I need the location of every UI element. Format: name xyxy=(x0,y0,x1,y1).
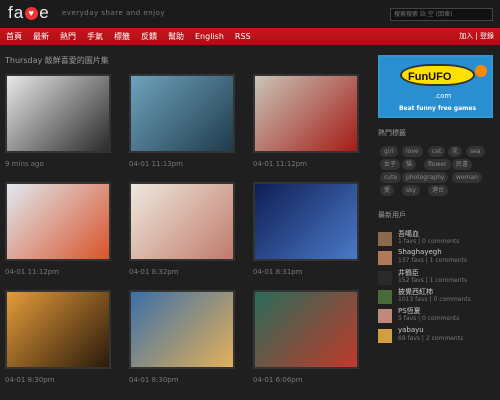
photo-timestamp: 04-01 8:30pm xyxy=(5,376,55,384)
avatar[interactable] xyxy=(378,289,392,304)
user-stats: 69 favs | 2 comments xyxy=(398,334,464,342)
avatar[interactable] xyxy=(378,309,392,324)
main-nav: 首頁 最新 熱門 手氣 標籤 反饋 幫助 English RSS xyxy=(6,28,262,45)
user-name[interactable]: yabayu xyxy=(398,326,424,334)
section-title: Thursday 飯鮮喜愛的圖片集 xyxy=(5,56,109,65)
photo-thumbnail[interactable] xyxy=(129,290,235,369)
photo-thumbnail[interactable] xyxy=(5,182,111,261)
user-stats: 137 favs | 1 comments xyxy=(398,257,468,265)
photo-timestamp: 04-01 8:31pm xyxy=(253,268,303,276)
ad-brand: FunUFO xyxy=(408,71,452,83)
nav-item-tags[interactable]: 標籤 xyxy=(114,28,130,45)
user-name[interactable]: Shaghayegh xyxy=(398,248,442,256)
photo-thumbnail[interactable] xyxy=(129,182,235,261)
avatar[interactable] xyxy=(378,328,392,343)
tag-link[interactable]: cat xyxy=(428,146,446,157)
photo-timestamp: 04-01 11:12pm xyxy=(253,160,308,168)
tag-link[interactable]: flower xyxy=(424,159,451,170)
photo-thumbnail[interactable] xyxy=(5,290,111,369)
photo-thumbnail[interactable] xyxy=(253,182,359,261)
tag-link[interactable]: 女子 xyxy=(380,159,401,170)
nav-item-home[interactable]: 首頁 xyxy=(6,28,22,45)
user-stats: 1013 favs | 0 comments xyxy=(398,295,471,303)
logo[interactable]: fa ♥ e xyxy=(8,3,50,23)
top-header: fa ♥ e everyday share and enjoy xyxy=(0,0,500,28)
nav-item-lucky[interactable]: 手氣 xyxy=(87,28,103,45)
avatar[interactable] xyxy=(378,270,392,285)
ad-slogan: Beat funny free games xyxy=(398,105,477,112)
photo-timestamp: 04-01 11:13pm xyxy=(129,160,184,168)
tag-link[interactable]: sky xyxy=(402,185,420,196)
photo-timestamp: 04-01 11:12pm xyxy=(5,268,60,276)
auth-separator: | xyxy=(473,32,480,40)
funufo-ad-banner[interactable]: FunUFO .com Beat funny free games xyxy=(378,55,493,118)
photo-timestamp: 04-01 6:06pm xyxy=(253,376,303,384)
user-stats: 5 favs | 0 comments xyxy=(398,315,460,323)
nav-item-latest[interactable]: 最新 xyxy=(33,28,49,45)
tag-link[interactable]: 貓 xyxy=(402,159,417,170)
tag-link[interactable]: 花 xyxy=(448,146,463,157)
nav-item-english[interactable]: English xyxy=(195,28,224,45)
photo-thumbnail[interactable] xyxy=(129,74,235,153)
tagline: everyday share and enjoy xyxy=(62,9,166,17)
join-link[interactable]: 加入 xyxy=(459,32,473,40)
tag-link[interactable]: cute xyxy=(380,172,402,183)
nav-item-help[interactable]: 幫助 xyxy=(168,28,184,45)
user-stats: 1 favs | 0 comments xyxy=(398,238,460,245)
heart-icon: ♥ xyxy=(25,7,39,20)
tag-link[interactable]: 港台 xyxy=(428,185,449,196)
photo-thumbnail[interactable] xyxy=(253,290,359,369)
nav-item-popular[interactable]: 熱門 xyxy=(60,28,76,45)
tag-link[interactable]: love xyxy=(402,146,423,157)
tag-link[interactable]: woman xyxy=(452,172,482,183)
tag-link[interactable]: 民書 xyxy=(452,159,473,170)
tag-link[interactable]: photography xyxy=(402,172,449,183)
avatar[interactable] xyxy=(378,251,392,266)
photo-timestamp: 04-01 8:30pm xyxy=(129,376,179,384)
new-users-heading: 最新用戶 xyxy=(378,211,406,219)
photo-thumbnail[interactable] xyxy=(5,74,111,153)
user-list-item[interactable]: yabayu 69 favs | 2 comments xyxy=(378,326,493,348)
tag-link[interactable]: girl xyxy=(380,146,398,157)
search-input[interactable] xyxy=(390,8,493,21)
photo-timestamp: 04-01 8:32pm xyxy=(129,268,179,276)
tag-link[interactable]: 愛 xyxy=(380,185,395,196)
avatar[interactable] xyxy=(378,232,392,246)
photo-timestamp: 9 mins ago xyxy=(5,160,44,168)
auth-links: 加入 | 登錄 xyxy=(459,28,494,45)
nav-bar: 首頁 最新 熱門 手氣 標籤 反饋 幫助 English RSS 加入 | 登錄 xyxy=(0,28,500,45)
login-link[interactable]: 登錄 xyxy=(480,32,494,40)
nav-item-feedback[interactable]: 反饋 xyxy=(141,28,157,45)
photo-thumbnail[interactable] xyxy=(253,74,359,153)
nav-item-rss[interactable]: RSS xyxy=(235,28,251,45)
planet-icon xyxy=(475,65,487,77)
ad-domain: .com xyxy=(434,92,452,100)
popular-tags-heading: 熱門標籤 xyxy=(378,129,406,137)
tag-link[interactable]: sea xyxy=(466,146,485,157)
user-stats: 152 favs | 1 comments xyxy=(398,276,468,284)
